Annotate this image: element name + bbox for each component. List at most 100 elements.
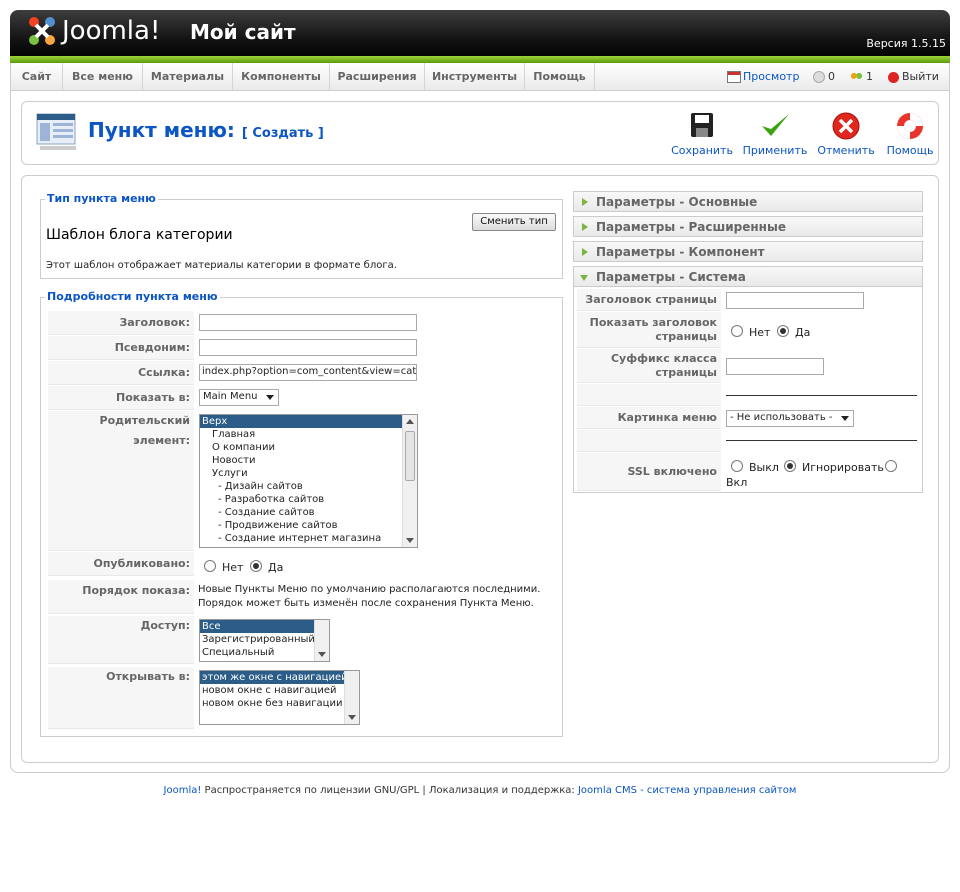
- separator-line: [726, 395, 917, 396]
- show-title-no-radio[interactable]: [731, 325, 743, 337]
- alias-input[interactable]: [199, 339, 417, 356]
- access-label: Доступ:: [48, 616, 194, 664]
- messages-link[interactable]: 0: [813, 63, 835, 90]
- list-item[interactable]: Главная: [200, 428, 417, 441]
- show-title-yes-radio[interactable]: [777, 325, 789, 337]
- ssl-on-radio[interactable]: [885, 460, 897, 472]
- messages-icon: [813, 71, 825, 83]
- list-item[interactable]: Специальный: [200, 646, 329, 659]
- show-page-title-label: Показать заголовок страницы: [577, 312, 721, 348]
- list-item[interactable]: - Разработка сайтов: [200, 493, 417, 506]
- list-item[interactable]: - Создание сайтов: [200, 506, 417, 519]
- published-yes-radio[interactable]: [250, 560, 262, 572]
- parent-item-listbox[interactable]: Верх Главная О компании Новости Услуги -…: [199, 414, 418, 548]
- scroll-down-icon: [406, 538, 414, 543]
- menu-tools[interactable]: Инструменты: [425, 63, 525, 90]
- users-icon: [850, 71, 863, 83]
- save-icon: [691, 113, 713, 137]
- list-item[interactable]: О компании: [200, 441, 417, 454]
- header-green-stripe: [10, 56, 950, 63]
- params-component-header[interactable]: Параметры - Компонент: [573, 241, 923, 262]
- menu-image-select[interactable]: - Не использовать -: [726, 410, 854, 427]
- order-text-line1: Новые Пункты Меню по умолчанию располага…: [198, 584, 541, 595]
- open-in-label: Открывать в:: [48, 667, 194, 729]
- change-type-button[interactable]: Сменить тип: [472, 213, 556, 231]
- cancel-icon: [832, 112, 860, 140]
- list-item[interactable]: - Создание интернет магазина: [200, 532, 417, 545]
- page-title: Пункт меню: [ Создать ]: [88, 118, 324, 142]
- page-title-param-input[interactable]: [726, 292, 864, 309]
- menu-content[interactable]: Материалы: [143, 63, 233, 90]
- logout-link[interactable]: Выйти: [888, 63, 939, 90]
- show-title-yes-label: Да: [795, 326, 811, 339]
- list-item[interactable]: - Продвижение сайтов: [200, 519, 417, 532]
- footer: Joomla! Распространяется по лицензии GNU…: [0, 785, 960, 796]
- list-item[interactable]: Зарегистрированный: [200, 633, 329, 646]
- apply-button[interactable]: Применить: [740, 110, 810, 157]
- ssl-ignore-label: Игнорировать: [802, 461, 884, 474]
- list-item[interactable]: - Дизайн сайтов: [200, 480, 417, 493]
- show-title-no-label: Нет: [749, 326, 771, 339]
- page-subtitle: [ Создать ]: [241, 126, 324, 141]
- save-button[interactable]: Сохранить: [667, 110, 737, 157]
- parent-listbox-scrollbar[interactable]: [402, 415, 417, 547]
- help-button[interactable]: Помощь: [875, 110, 945, 157]
- scroll-down-icon: [318, 652, 326, 657]
- joomla-logo-icon: [26, 14, 58, 48]
- menu-site[interactable]: Сайт: [11, 63, 63, 90]
- logo-text: Joomla!: [62, 16, 161, 46]
- users-online: 1: [850, 63, 873, 90]
- list-item[interactable]: новом окне без навигации: [200, 697, 359, 710]
- page-class-input[interactable]: [726, 358, 824, 375]
- page-class-label: Суффикс класса страницы: [577, 349, 721, 383]
- list-item[interactable]: Верх: [200, 415, 417, 428]
- joomla-link[interactable]: Joomla!: [164, 785, 202, 796]
- ssl-ignore-radio[interactable]: [784, 460, 796, 472]
- menu-all-menus[interactable]: Все меню: [63, 63, 143, 90]
- spacer-cell: [577, 430, 721, 452]
- menu-item-type-legend: Тип пункта меню: [45, 192, 158, 205]
- params-advanced-header[interactable]: Параметры - Расширенные: [573, 216, 923, 237]
- list-item[interactable]: Услуги: [200, 467, 417, 480]
- list-item[interactable]: новом окне с навигацией: [200, 684, 359, 697]
- published-yes-label: Да: [268, 561, 284, 574]
- chevron-down-icon: [266, 395, 274, 400]
- menu-extensions[interactable]: Расширения: [330, 63, 425, 90]
- support-link[interactable]: Joomla CMS - система управления сайтом: [578, 785, 796, 796]
- title-input[interactable]: [199, 314, 417, 331]
- order-label: Порядок показа:: [48, 580, 194, 614]
- preview-icon: [727, 71, 741, 83]
- chevron-down-icon: [841, 416, 849, 421]
- params-system-header[interactable]: Параметры - Система: [573, 266, 923, 287]
- lifebuoy-icon: [897, 113, 923, 139]
- preview-link[interactable]: Просмотр: [727, 63, 799, 90]
- scroll-down-icon: [348, 715, 356, 720]
- parent-item-label: Родительский элемент:: [48, 411, 194, 551]
- menu-components[interactable]: Компоненты: [233, 63, 330, 90]
- access-listbox[interactable]: Все Зарегистрированный Специальный: [199, 619, 330, 662]
- display-in-select[interactable]: Main Menu: [199, 389, 279, 406]
- cancel-button[interactable]: Отменить: [811, 110, 881, 157]
- open-in-listbox-scrollbar[interactable]: [344, 671, 359, 724]
- params-basic-header[interactable]: Параметры - Основные: [573, 191, 923, 212]
- menu-item-details-legend: Подробности пункта меню: [45, 290, 220, 303]
- list-item[interactable]: Все: [200, 620, 329, 633]
- ssl-off-radio[interactable]: [731, 460, 743, 472]
- ssl-off-label: Выкл: [749, 461, 779, 474]
- link-input[interactable]: index.php?option=com_content&view=catego…: [199, 364, 417, 381]
- scroll-thumb[interactable]: [405, 431, 415, 481]
- published-no-radio[interactable]: [204, 560, 216, 572]
- link-label: Ссылка:: [48, 361, 194, 385]
- menu-help[interactable]: Помощь: [525, 63, 595, 90]
- scroll-up-icon: [406, 419, 414, 424]
- ssl-on-label: Вкл: [726, 476, 748, 489]
- open-in-listbox[interactable]: этом же окне с навигацией новом окне с н…: [199, 670, 360, 725]
- checkmark-icon: [762, 114, 789, 136]
- access-listbox-scrollbar[interactable]: [314, 620, 329, 661]
- title-label: Заголовок:: [48, 311, 194, 335]
- list-item[interactable]: Новости: [200, 454, 417, 467]
- menu-image-label: Картинка меню: [577, 407, 721, 429]
- ssl-label: SSL включено: [577, 453, 721, 491]
- list-item[interactable]: этом же окне с навигацией: [200, 671, 359, 684]
- arrow-down-icon: [580, 275, 588, 281]
